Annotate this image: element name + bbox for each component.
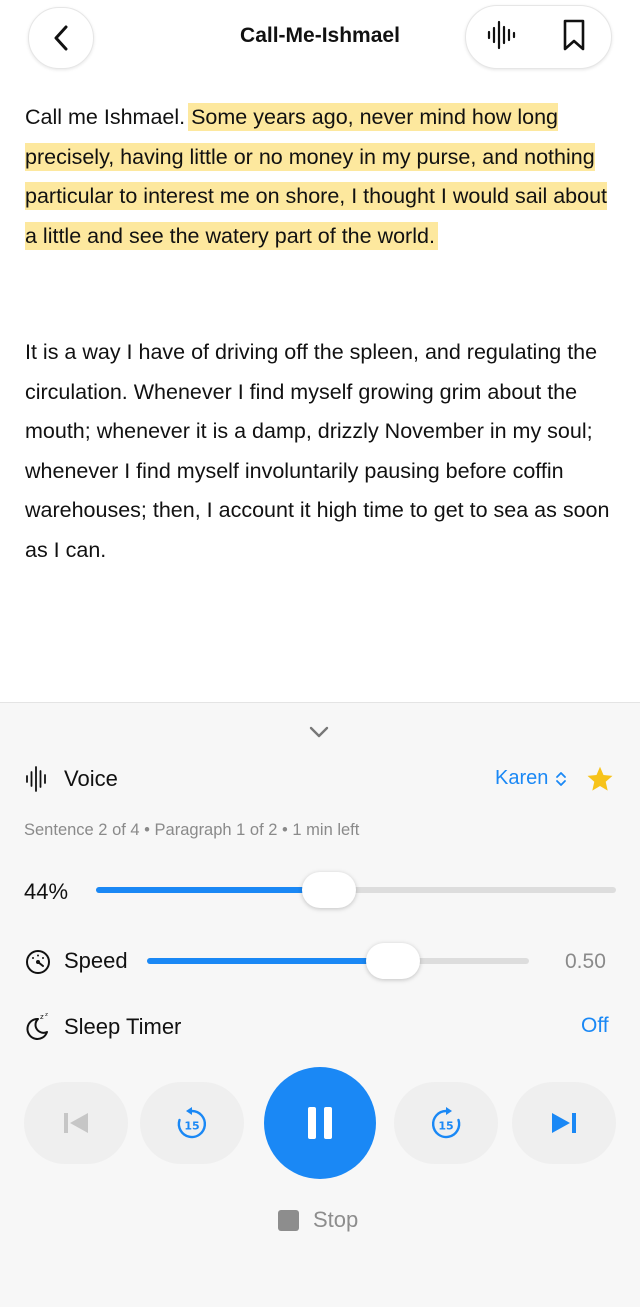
pause-icon	[308, 1107, 332, 1139]
voice-label: Voice	[64, 766, 118, 791]
header-actions	[465, 5, 612, 69]
voice-value: Karen	[495, 767, 549, 789]
sleep-timer-label: Sleep Timer	[64, 1014, 182, 1039]
rewind-15-icon: 15	[177, 1107, 207, 1139]
stop-label: Stop	[313, 1207, 359, 1232]
progress-thumb[interactable]	[302, 872, 356, 908]
favorite-voice-button[interactable]	[586, 765, 614, 798]
voice-selector[interactable]: Karen	[495, 767, 568, 790]
star-icon	[587, 766, 613, 791]
skip-forward-button[interactable]: 15	[394, 1082, 498, 1164]
speedometer-icon	[25, 949, 51, 980]
sleep-timer-value[interactable]: Off	[581, 1014, 609, 1038]
speed-label: Speed	[64, 948, 128, 973]
chevron-up-down-icon	[556, 771, 567, 786]
skip-back-button[interactable]: 15	[140, 1082, 244, 1164]
skip-next-icon	[552, 1113, 576, 1133]
paragraph-2: It is a way I have of driving off the sp…	[25, 340, 610, 562]
player-panel: Voice Karen Sentence 2 of 4 • Paragraph …	[0, 702, 640, 1307]
paragraph-1-text: Call me Ishmael.	[25, 105, 186, 129]
skip-back-seconds: 15	[184, 1120, 199, 1133]
voice-waveform-icon	[25, 766, 49, 797]
svg-text:z: z	[40, 1013, 44, 1021]
forward-15-icon: 15	[431, 1107, 461, 1139]
pause-button[interactable]	[264, 1067, 376, 1179]
bookmark-icon[interactable]	[563, 19, 585, 56]
speed-value: 0.50	[565, 950, 606, 973]
chevron-down-icon	[309, 726, 329, 738]
collapse-player-button[interactable]	[308, 725, 330, 744]
skip-previous-icon	[64, 1113, 88, 1133]
progress-slider[interactable]	[96, 872, 616, 908]
speed-slider[interactable]	[147, 943, 529, 979]
skip-forward-seconds: 15	[438, 1120, 453, 1133]
sleep-moon-icon: z z	[25, 1011, 53, 1046]
svg-text:z: z	[45, 1012, 48, 1018]
playback-status: Sentence 2 of 4 • Paragraph 1 of 2 • 1 m…	[24, 821, 360, 839]
next-button[interactable]	[512, 1082, 616, 1164]
audio-waveform-icon[interactable]	[486, 20, 516, 55]
speed-thumb[interactable]	[366, 943, 420, 979]
progress-fill	[96, 887, 328, 893]
speed-fill	[147, 958, 393, 964]
previous-button[interactable]	[24, 1082, 128, 1164]
progress-percent: 44%	[24, 879, 69, 904]
paragraph-1: Call me Ishmael. Some years ago, never m…	[25, 98, 620, 256]
stop-button[interactable]: Stop	[278, 1207, 358, 1233]
stop-icon	[278, 1209, 299, 1231]
